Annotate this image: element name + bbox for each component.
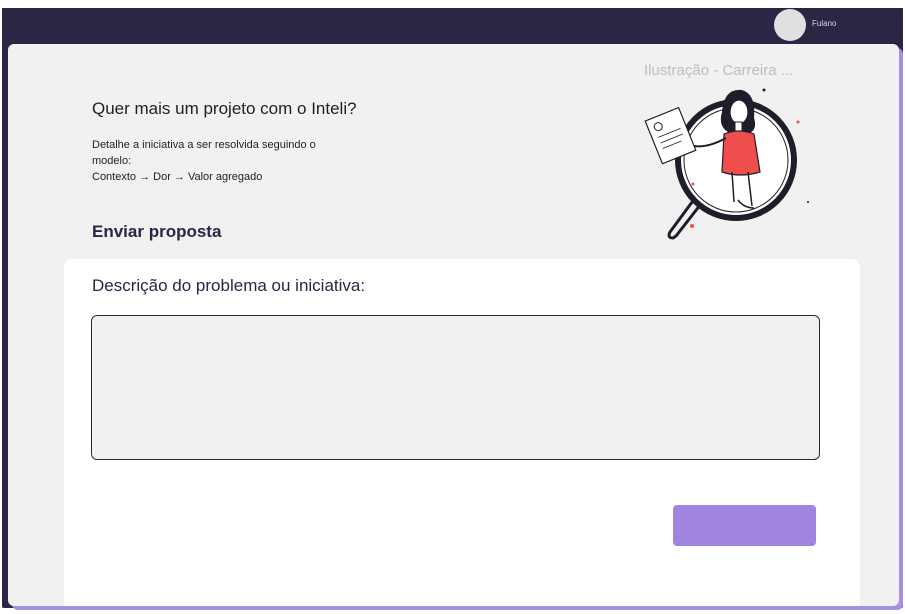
section-title: Enviar proposta — [92, 222, 222, 241]
user-name[interactable]: Fulano — [812, 19, 836, 28]
career-illustration — [644, 88, 809, 240]
submit-button[interactable] — [673, 505, 816, 546]
description-label: Descrição do problema ou iniciativa: — [92, 276, 366, 295]
illustration-caption: Ilustração - Carreira ... — [644, 62, 794, 79]
page-title: Quer mais um projeto com o Inteli? — [92, 99, 357, 118]
hero-description-line: modelo: — [92, 155, 132, 167]
hero-description: Detalhe a iniciativa a ser resolvida seg… — [92, 137, 392, 185]
user-avatar[interactable] — [774, 9, 806, 41]
top-bar — [2, 8, 903, 44]
description-textarea[interactable] — [91, 315, 820, 460]
hero-description-line: Detalhe a iniciativa a ser resolvida seg… — [92, 139, 316, 151]
hero-description-line: Contexto → Dor → Valor agregado — [92, 171, 263, 183]
